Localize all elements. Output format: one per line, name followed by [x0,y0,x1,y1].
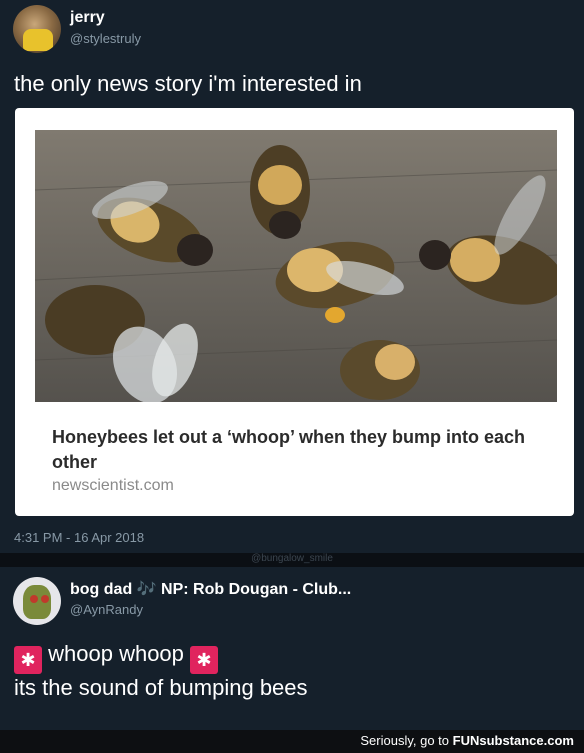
tweet-1: jerry @stylestruly the only news story i… [0,0,584,553]
footer-text[interactable]: Seriously, go to FUNsubstance.com [360,733,574,748]
footer-prefix: Seriously, go to [360,733,453,748]
avatar-eye [41,595,49,603]
user-handle[interactable]: @AynRandy [70,602,143,617]
tweet-2: bog dad 🎶 NP: Rob Dougan - Club... @AynR… [0,567,584,753]
music-note-icon: 🎶 [136,581,157,598]
footer-banner: Seriously, go to FUNsubstance.com [0,730,584,753]
tweet-text: the only news story i'm interested in [14,71,362,96]
user-handle[interactable]: @stylestruly [70,31,141,46]
tweet-text-line-1: ✱ whoop whoop ✱ [14,641,219,674]
display-name[interactable]: bog dad 🎶 NP: Rob Dougan - Club... [70,579,351,599]
avatar[interactable] [13,5,61,53]
link-card[interactable]: Honeybees let out a ‘whoop’ when they bu… [15,108,574,516]
siren-icon: ✱ [14,646,42,674]
card-image-bees [35,130,557,402]
avatar[interactable] [13,577,61,625]
siren-icon: ✱ [190,646,219,674]
tweet-text-line-2: its the sound of bumping bees [14,675,308,700]
footer-brand: FUNsubstance.com [452,733,574,748]
card-headline[interactable]: Honeybees let out a ‘whoop’ when they bu… [52,425,552,475]
tweet-text: whoop whoop [48,641,184,666]
display-name-text: bog dad [70,581,133,598]
now-playing-text: NP: Rob Dougan - Club... [161,581,352,598]
watermark: @bungalow_smile [251,553,333,564]
display-name[interactable]: jerry [70,9,105,27]
card-source-url: newscientist.com [52,477,174,494]
tweet-timestamp[interactable]: 4:31 PM - 16 Apr 2018 [14,530,144,545]
avatar-eye [30,595,38,603]
